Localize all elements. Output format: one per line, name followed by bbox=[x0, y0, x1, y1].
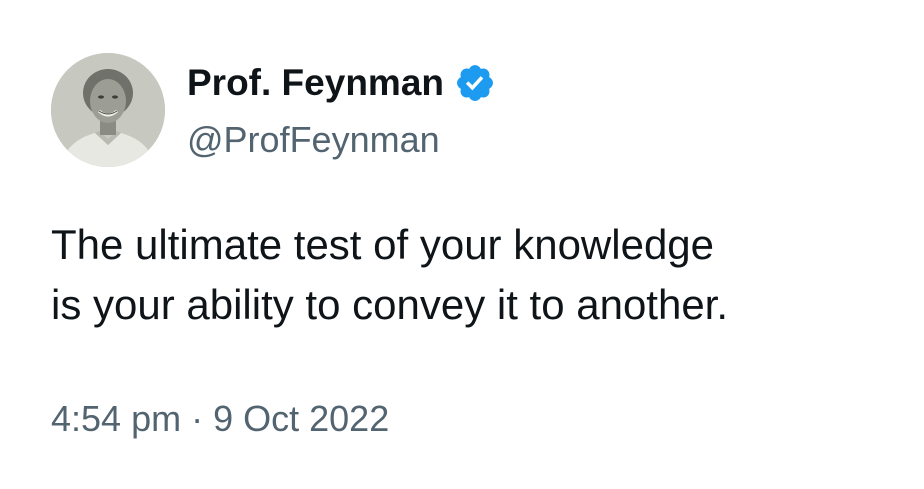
author-handle[interactable]: @ProfFeynman bbox=[187, 116, 440, 164]
author-name-row[interactable]: Prof. Feynman bbox=[187, 58, 496, 108]
tweet-card: Prof. Feynman @ProfFeynman The ultimate … bbox=[0, 0, 924, 489]
tweet-text-line: is your ability to convey it to another. bbox=[51, 281, 729, 328]
tweet-timestamp[interactable]: 4:54 pm · 9 Oct 2022 bbox=[51, 393, 389, 445]
avatar[interactable] bbox=[51, 53, 165, 167]
avatar-photo bbox=[51, 53, 165, 167]
tweet-text: The ultimate test of your knowledge is y… bbox=[51, 215, 891, 335]
author-display-name[interactable]: Prof. Feynman bbox=[187, 58, 444, 108]
tweet-time[interactable]: 4:54 pm bbox=[51, 398, 181, 439]
tweet-text-line: The ultimate test of your knowledge bbox=[51, 221, 715, 268]
tweet-date[interactable]: 9 Oct 2022 bbox=[213, 398, 389, 439]
verified-badge-icon[interactable] bbox=[454, 62, 496, 104]
meta-separator: · bbox=[191, 398, 204, 439]
